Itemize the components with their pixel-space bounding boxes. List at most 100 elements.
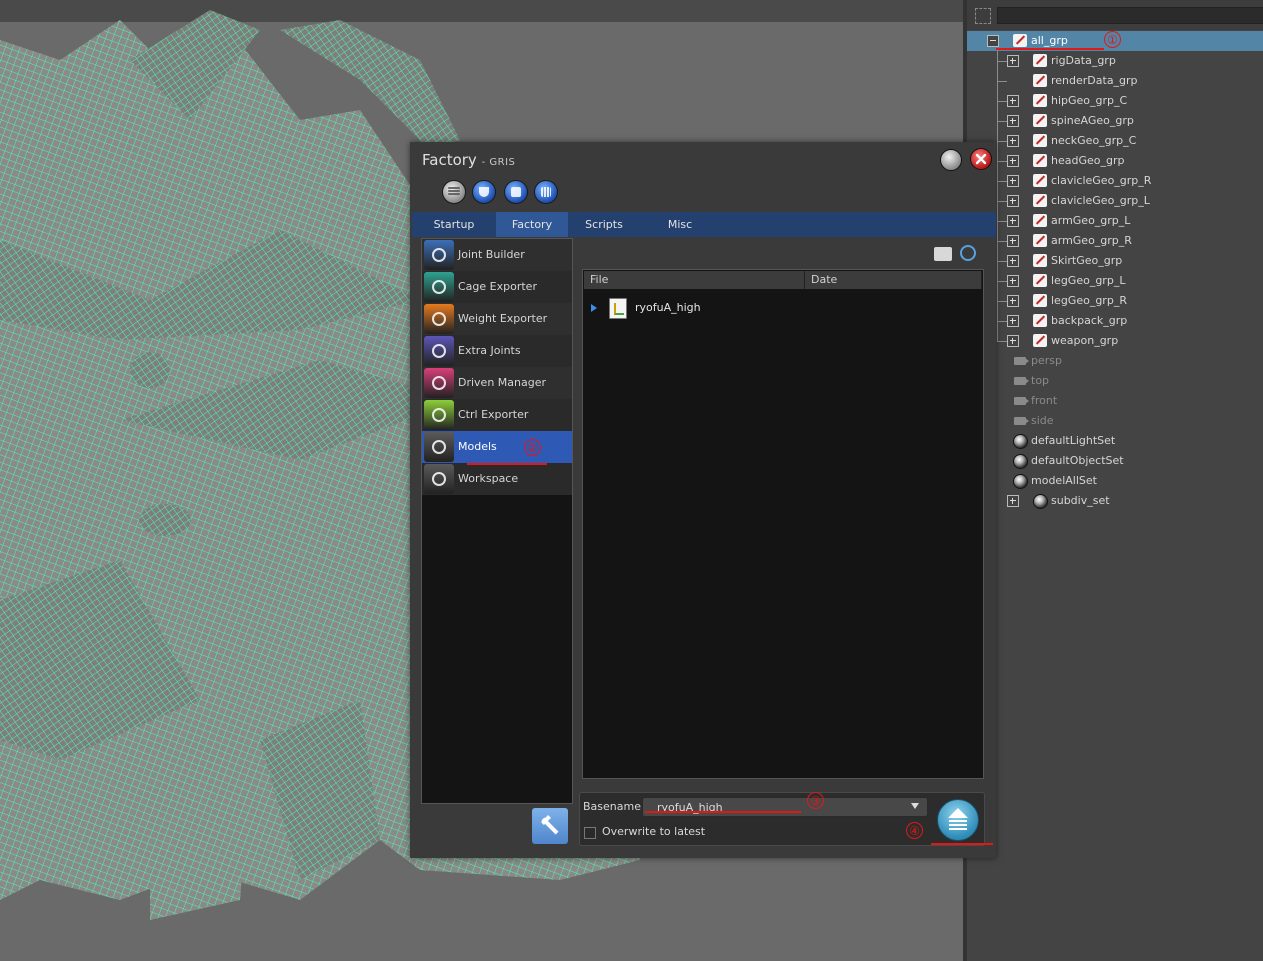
outliner-item[interactable]: neckGeo_grp_C: [967, 131, 1263, 151]
expand-icon[interactable]: [1007, 295, 1019, 307]
tool-item-label: Ctrl Exporter: [458, 408, 529, 421]
outliner-item-label: legGeo_grp_R: [1051, 294, 1127, 307]
window-close-icon[interactable]: [970, 148, 992, 170]
group-icon: [1033, 294, 1047, 307]
expand-icon[interactable]: [1007, 275, 1019, 287]
tool-item-extra-joints[interactable]: Extra Joints: [422, 335, 572, 367]
menu-list-icon[interactable]: [442, 180, 466, 204]
expand-icon[interactable]: [1007, 335, 1019, 347]
outliner-item-label: headGeo_grp: [1051, 154, 1125, 167]
tool-item-weight-exporter[interactable]: Weight Exporter: [422, 303, 572, 335]
outliner-item[interactable]: renderData_grp: [967, 71, 1263, 91]
expand-icon[interactable]: [1007, 195, 1019, 207]
square-view-icon[interactable]: [504, 180, 528, 204]
outliner-item[interactable]: persp: [967, 351, 1263, 371]
expand-icon[interactable]: [1007, 495, 1019, 507]
basename-label: Basename: [583, 800, 641, 813]
tree-connector: [997, 81, 1007, 82]
outliner-item[interactable]: front: [967, 391, 1263, 411]
outliner-item-label: backpack_grp: [1051, 314, 1128, 327]
tool-item-ctrl-exporter[interactable]: Ctrl Exporter: [422, 399, 572, 431]
outliner-item[interactable]: backpack_grp: [967, 311, 1263, 331]
column-header-file[interactable]: File: [584, 271, 805, 289]
outliner-item[interactable]: weapon_grp: [967, 331, 1263, 351]
outliner-item-label: clavicleGeo_grp_L: [1051, 194, 1150, 207]
group-icon: [1033, 254, 1047, 267]
outliner-item[interactable]: modelAllSet: [967, 471, 1263, 491]
tool-item-driven-manager[interactable]: Driven Manager: [422, 367, 572, 399]
outliner-item-label: SkirtGeo_grp: [1051, 254, 1123, 267]
outliner-item[interactable]: subdiv_set: [967, 491, 1263, 511]
group-icon: [1033, 94, 1047, 107]
basename-combobox[interactable]: ryofuA_high: [642, 797, 928, 817]
tool-item-label: Driven Manager: [458, 376, 547, 389]
overwrite-checkbox[interactable]: [584, 827, 596, 839]
basename-value: ryofuA_high: [657, 801, 723, 814]
grid-view-icon[interactable]: [534, 180, 558, 204]
group-icon: [1033, 114, 1047, 127]
folder-icon[interactable]: [934, 247, 952, 261]
tool-item-cage-exporter[interactable]: Cage Exporter: [422, 271, 572, 303]
outliner-item[interactable]: top: [967, 371, 1263, 391]
outliner-item[interactable]: clavicleGeo_grp_R: [967, 171, 1263, 191]
outliner-item-label: modelAllSet: [1031, 474, 1097, 487]
annotation-underline-2: [467, 463, 547, 465]
expand-icon[interactable]: [1007, 135, 1019, 147]
outliner-filter-icon[interactable]: [975, 8, 991, 24]
outliner-header: [967, 0, 1263, 30]
expand-icon[interactable]: [1007, 255, 1019, 267]
outliner-item[interactable]: side: [967, 411, 1263, 431]
expand-icon[interactable]: [1007, 115, 1019, 127]
outliner-item[interactable]: clavicleGeo_grp_L: [967, 191, 1263, 211]
refresh-icon[interactable]: [960, 245, 976, 261]
tab-scripts[interactable]: Scripts: [574, 212, 634, 237]
expand-arrow-icon[interactable]: [591, 304, 597, 312]
tool-item-models[interactable]: Models: [422, 431, 572, 463]
outliner-item[interactable]: hipGeo_grp_C: [967, 91, 1263, 111]
outliner-item[interactable]: armGeo_grp_L: [967, 211, 1263, 231]
expand-icon[interactable]: [1007, 95, 1019, 107]
outliner-item[interactable]: headGeo_grp: [967, 151, 1263, 171]
outliner-item[interactable]: rigData_grp: [967, 51, 1263, 71]
tab-factory[interactable]: Factory: [496, 212, 568, 237]
outliner-item[interactable]: SkirtGeo_grp: [967, 251, 1263, 271]
expand-icon[interactable]: [1007, 315, 1019, 327]
expand-icon[interactable]: [1007, 155, 1019, 167]
annotation-underline-3: [645, 811, 801, 813]
group-icon: [1033, 174, 1047, 187]
expand-icon[interactable]: [1007, 55, 1019, 67]
outliner-item[interactable]: legGeo_grp_R: [967, 291, 1263, 311]
export-button[interactable]: [937, 799, 979, 841]
tree-connector: [997, 301, 1007, 302]
hammer-icon[interactable]: [532, 808, 568, 844]
tab-startup[interactable]: Startup: [422, 212, 486, 237]
outliner-item[interactable]: legGeo_grp_L: [967, 271, 1263, 291]
tool-item-workspace[interactable]: Workspace: [422, 463, 572, 495]
camera-icon: [1014, 417, 1029, 425]
expand-icon[interactable]: [1007, 215, 1019, 227]
outliner-item-label: weapon_grp: [1051, 334, 1119, 347]
set-icon: [1013, 474, 1028, 489]
outliner-item[interactable]: defaultLightSet: [967, 431, 1263, 451]
outliner-search-field[interactable]: [997, 7, 1263, 24]
window-menu-icon[interactable]: [940, 149, 962, 171]
column-header-date[interactable]: Date: [805, 271, 982, 289]
group-icon: [1033, 154, 1047, 167]
outliner-item-label: renderData_grp: [1051, 74, 1138, 87]
expand-icon[interactable]: [1007, 235, 1019, 247]
outliner-item[interactable]: defaultObjectSet: [967, 451, 1263, 471]
dropdown-arrow-icon[interactable]: [911, 803, 919, 809]
tree-connector: [997, 241, 1007, 242]
expand-icon[interactable]: [1007, 175, 1019, 187]
tab-misc[interactable]: Misc: [650, 212, 710, 237]
collapse-icon[interactable]: [987, 35, 999, 47]
outliner-item[interactable]: armGeo_grp_R: [967, 231, 1263, 251]
file-row[interactable]: ryofuA_high: [583, 296, 983, 320]
shield-icon[interactable]: [472, 180, 496, 204]
group-icon: [1033, 234, 1047, 247]
outliner-item[interactable]: spineAGeo_grp: [967, 111, 1263, 131]
tool-item-joint-builder[interactable]: Joint Builder: [422, 239, 572, 271]
tree-connector: [997, 121, 1007, 122]
outliner-item-label: defaultLightSet: [1031, 434, 1116, 447]
outliner-item-label: front: [1031, 394, 1058, 407]
